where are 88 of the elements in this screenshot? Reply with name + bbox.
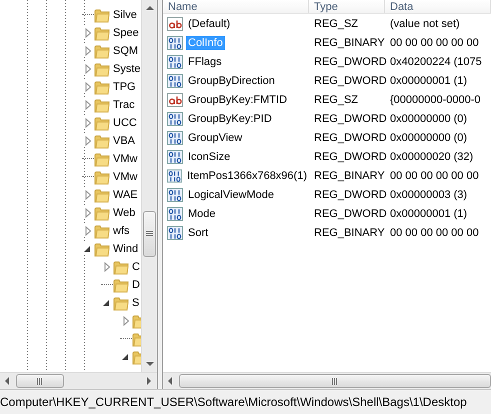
value-name[interactable]: Sort <box>186 226 210 240</box>
value-data: 00 00 00 00 00 00 <box>389 170 480 182</box>
string-value-icon <box>167 16 183 32</box>
tree-item-label[interactable]: S <box>132 297 140 309</box>
tree-item-label[interactable]: VMw <box>113 153 138 165</box>
tree-item-label[interactable]: WAE <box>113 189 138 201</box>
scrollbar-thumb[interactable] <box>179 374 491 388</box>
value-data: 00 00 00 00 00 00 <box>389 36 480 48</box>
folder-icon <box>113 296 129 310</box>
value-data: 0x00000000 (0) <box>389 112 468 124</box>
binary-value-icon <box>167 206 183 222</box>
scrollbar-thumb[interactable] <box>16 374 64 388</box>
value-type: REG_DWORD <box>313 188 385 200</box>
value-type: REG_DWORD <box>313 74 385 86</box>
value-data: 0x00000000 (0) <box>389 132 468 144</box>
value-name[interactable]: GroupByKey:FMTID <box>186 92 290 106</box>
value-data: (value not set) <box>389 18 461 30</box>
folder-icon <box>94 8 110 22</box>
binary-value-icon <box>167 224 183 240</box>
folder-icon <box>94 44 110 58</box>
tree-item-label[interactable]: VMw <box>113 171 138 183</box>
binary-value-icon <box>167 34 183 50</box>
column-header[interactable]: Data <box>385 0 491 13</box>
tree-item-label[interactable]: UCC <box>113 117 137 129</box>
folder-icon <box>94 224 110 238</box>
value-name[interactable]: FFlags <box>186 54 224 68</box>
binary-value-icon <box>167 54 183 70</box>
value-name[interactable]: (Default) <box>186 16 232 30</box>
column-header[interactable]: Name <box>163 0 309 13</box>
value-data: 0x00000001 (1) <box>389 208 468 220</box>
string-value-icon <box>167 92 183 108</box>
value-type: REG_BINARY <box>313 226 385 238</box>
value-name[interactable]: GroupByKey:PID <box>186 112 274 126</box>
folder-icon <box>94 206 110 220</box>
binary-value-icon <box>167 110 183 126</box>
tree-item-label[interactable]: Trac <box>113 99 135 111</box>
folder-icon <box>94 134 110 148</box>
tree-item-label[interactable]: Wind <box>113 243 138 255</box>
binary-value-icon <box>167 130 183 146</box>
value-data: 0x00000001 (1) <box>389 74 468 86</box>
value-type: REG_DWORD <box>313 208 385 220</box>
value-data: {00000000-0000-0 <box>389 94 482 106</box>
tree-item-label[interactable]: TPG <box>113 81 136 93</box>
value-name[interactable]: Mode <box>186 206 218 220</box>
folder-icon <box>94 26 110 40</box>
value-type: REG_DWORD <box>313 132 385 144</box>
binary-value-icon <box>167 72 183 88</box>
value-data: 0x00000020 (32) <box>389 150 474 162</box>
folder-icon <box>94 242 110 256</box>
value-type: REG_BINARY <box>313 36 385 48</box>
tree-item-label[interactable]: Web <box>113 207 136 219</box>
value-name[interactable]: ItemPos1366x768x96(1) <box>185 168 309 182</box>
folder-icon <box>94 80 110 94</box>
value-data: 0x00000003 (3) <box>389 188 468 200</box>
value-type: REG_SZ <box>313 18 360 30</box>
value-type: REG_BINARY <box>313 170 385 182</box>
folder-icon <box>94 98 110 112</box>
tree-item-label[interactable]: C <box>132 261 140 273</box>
folder-icon <box>94 188 110 202</box>
value-type: REG_DWORD <box>313 150 385 162</box>
folder-icon <box>94 62 110 76</box>
tree-item-label[interactable]: SQM <box>113 45 138 57</box>
scrollbar-thumb[interactable] <box>143 211 156 257</box>
value-type: REG_DWORD <box>313 112 385 124</box>
tree-item-label[interactable]: Syste <box>113 63 141 75</box>
value-type: REG_DWORD <box>313 56 385 68</box>
binary-value-icon <box>167 148 183 164</box>
status-bar-path: Computer\HKEY_CURRENT_USER\Software\Microsoft\Windows\Shell\Bags\1\Desktop <box>0 395 467 409</box>
tree-item-label[interactable]: Spee <box>113 27 139 39</box>
folder-icon <box>94 170 110 184</box>
column-header[interactable]: Type <box>309 0 385 13</box>
value-name[interactable]: IconSize <box>186 150 232 164</box>
tree-item-label[interactable]: VBA <box>113 135 136 147</box>
value-name[interactable]: LogicalViewMode <box>186 188 276 202</box>
value-type: REG_SZ <box>313 94 360 106</box>
value-data: 0x40200224 (1075 <box>389 56 483 68</box>
binary-value-icon <box>167 168 182 184</box>
folder-icon <box>94 152 110 166</box>
tree-item-label[interactable]: D <box>132 279 140 291</box>
folder-icon <box>113 278 129 292</box>
folder-icon <box>113 260 129 274</box>
folder-icon <box>94 116 110 130</box>
value-name[interactable]: GroupView <box>186 130 244 144</box>
value-name[interactable]: GroupByDirection <box>186 74 277 88</box>
binary-value-icon <box>167 186 183 202</box>
tree-item-label[interactable]: wfs <box>113 225 130 237</box>
tree-item-label[interactable]: Silve <box>113 9 137 21</box>
value-data: 00 00 00 00 00 00 <box>389 226 480 238</box>
